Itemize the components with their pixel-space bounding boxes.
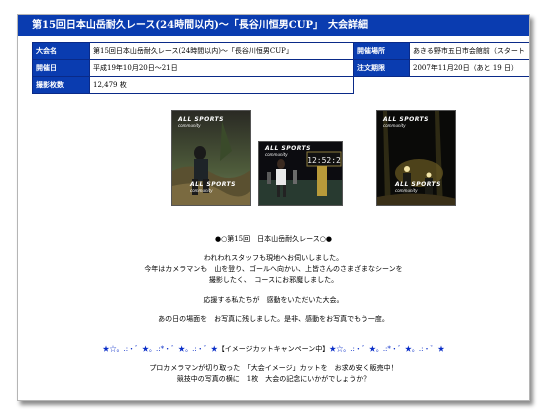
intro-line: あの日の場面を お写真に残しました。是非、感動をお写真でもう一度。 [158,315,389,323]
intro-line: 撮影したく、 コースにお邪魔しました。 [208,276,339,284]
watermark-sub: community [395,188,418,193]
intro-line: 応援する私たちが 感動をいただいた大会。 [203,296,344,304]
order-deadline-value: 2007年11月20日（あと 19 日） [409,59,529,77]
watermark-text: ALL SPORTS [178,116,224,123]
watermark-sub: community [190,188,213,193]
order-deadline-label: 注文期限 [353,59,410,77]
photo-finish-line[interactable]: 12:52:2 ALL SPORTS community [258,141,343,206]
venue-value: あきる野市五日市会館前（スタート [409,42,529,60]
watermark-sub: community [265,152,288,157]
watermark-text: ALL SPORTS [190,181,236,188]
page-frame: 第15回日本山岳耐久レース(24時間以内)～「長谷川恒男CUP」 大会詳細 大会… [17,14,530,401]
watermark-sub: community [383,123,406,128]
event-info-table: 大会名 第15回日本山岳耐久レース(24時間以内)～「長谷川恒男CUP」 開催場… [32,42,530,94]
event-name-label: 大会名 [32,42,90,60]
intro-heading: ●○第15回 日本山岳耐久レース○● [215,235,332,243]
stars-decoration: ★☆。.:・゛★。.:*・゛★。.:・゛★ [102,345,218,353]
stars-decoration: ★☆。.:・゛★。.:*・゛★。.:・゛★ [329,345,445,353]
intro-line: 今年はカメラマンも 山を登り、ゴールへ向かい、上皆さんのさまざまなシーンを [144,265,403,273]
watermark-text: ALL SPORTS [265,145,311,152]
photo-trail-runner[interactable]: ALL SPORTS community ALL SPORTS community [171,110,251,206]
campaign-label: 【イメージカットキャンペーン中】 [217,345,330,353]
campaign-banner[interactable]: ★☆。.:・゛★。.:*・゛★。.:・゛★【イメージカットキャンペーン中】★☆。… [18,344,529,355]
closing-line: 競技中の写真の横に 1枚 大会の記念にいかがでしょうか？ [176,375,371,383]
intro-line: われわれスタッフも現地へお伺いしました。 [203,254,344,262]
watermark-text: ALL SPORTS [395,181,441,188]
date-value: 平成19年10月20日～21日 [89,59,354,77]
table-row: 開催日 平成19年10月20日～21日 注文期限 2007年11月20日（あと … [32,59,529,77]
finish-clock-readout: 12:52:2 [307,156,341,165]
photo-count-value: 12,479 枚 [89,76,354,94]
image-cut-gallery: ALL SPORTS community ALL SPORTS community … [18,110,529,220]
watermark-text: ALL SPORTS [383,116,429,123]
venue-label: 開催場所 [353,42,410,60]
table-row: 撮影枚数 12,479 枚 [32,76,530,94]
table-row: 大会名 第15回日本山岳耐久レース(24時間以内)～「長谷川恒男CUP」 開催場… [32,42,529,60]
event-name-value: 第15回日本山岳耐久レース(24時間以内)～「長谷川恒男CUP」 [89,42,354,60]
date-label: 開催日 [32,59,90,77]
photo-count-label: 撮影枚数 [32,76,90,94]
watermark-sub: community [178,123,201,128]
closing-line: プロカメラマンが切り取った 「大会イメージ」カットを お求め安く販売中！ [149,364,398,372]
page-title: 第15回日本山岳耐久レース(24時間以内)～「長谷川恒男CUP」 大会詳細 [18,15,529,36]
photo-night-trail[interactable]: ALL SPORTS community ALL SPORTS community [376,110,456,206]
